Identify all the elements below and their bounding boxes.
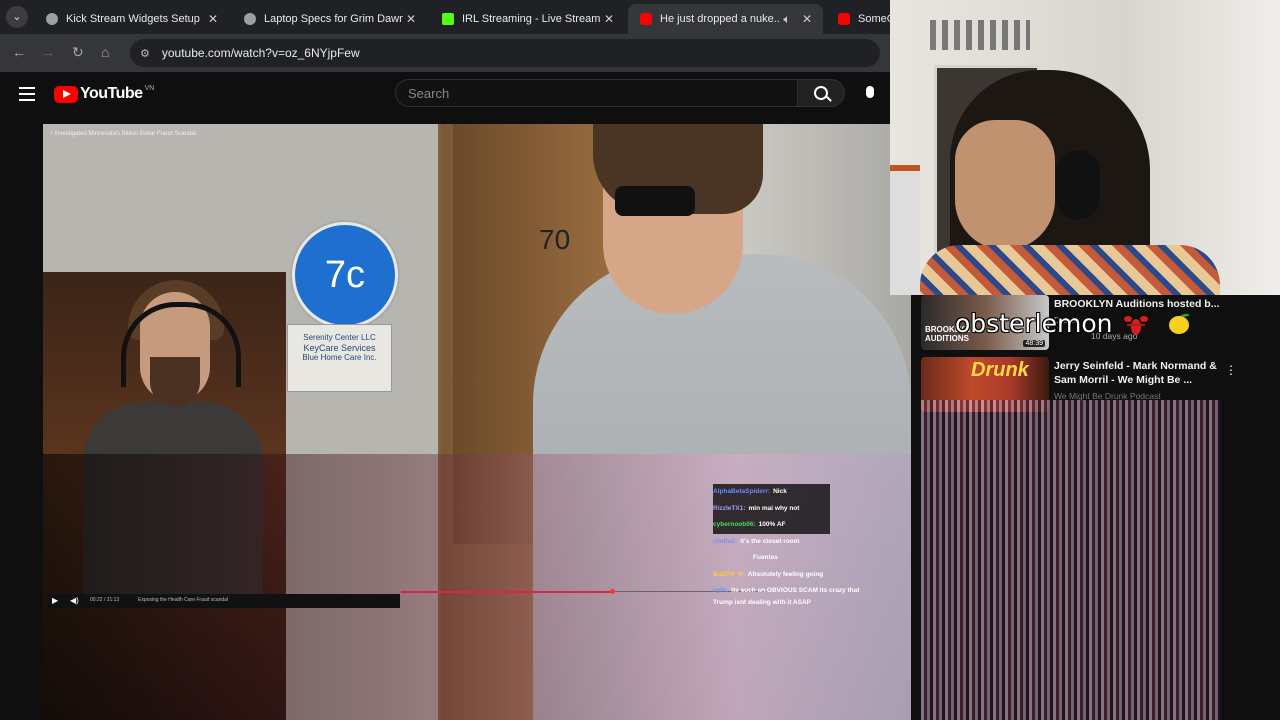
tab-bar: ⌄ Kick Stream Widgets Setup ✕ Laptop Spe… bbox=[0, 0, 890, 34]
chat-message: Trump isnt dealing with it ASAP bbox=[713, 598, 811, 606]
search-button[interactable] bbox=[797, 79, 845, 107]
youtube-header: YouTube VN Search bbox=[0, 72, 890, 118]
search-icon bbox=[814, 86, 828, 100]
reload-icon[interactable]: ↻ bbox=[72, 44, 84, 61]
time-display: 00:22 / 31:13 bbox=[90, 597, 120, 603]
tune-icon[interactable]: ⚙ bbox=[140, 47, 150, 60]
tab-irl-streaming[interactable]: IRL Streaming - Live Streams on ✕ bbox=[430, 4, 625, 34]
mic-icon[interactable] bbox=[866, 86, 874, 98]
arrow-right-icon[interactable]: → bbox=[41, 44, 55, 60]
youtube-logo[interactable]: YouTube VN bbox=[54, 85, 154, 103]
chapter-label: Exposing the Health Care Fraud scandal bbox=[138, 597, 229, 603]
video-title-overlay: I Investigated Minnesota's Billion Dolla… bbox=[51, 131, 196, 137]
home-icon[interactable]: ⌂ bbox=[101, 44, 109, 60]
url-field[interactable]: ⚙ youtube.com/watch?v=oz_6NYjpFew bbox=[130, 39, 880, 67]
chevron-down-icon[interactable]: ⌄ bbox=[6, 6, 28, 28]
youtube-play-icon bbox=[54, 85, 78, 103]
address-bar: ← → ↻ ⌂ ⚙ youtube.com/watch?v=oz_6NYjpFe… bbox=[0, 34, 890, 72]
youtube-icon bbox=[838, 13, 850, 25]
overlay-brand-text: obsterlemon bbox=[955, 309, 1113, 338]
recommendation-title[interactable]: Jerry Seinfeld - Mark Normand & Sam Morr… bbox=[1054, 359, 1229, 387]
speaker-icon[interactable]: 🔈︎ bbox=[779, 12, 795, 27]
close-icon[interactable]: ✕ bbox=[403, 12, 419, 26]
url-text: youtube.com/watch?v=oz_6NYjpFew bbox=[161, 46, 360, 60]
room-number-sign: 7c bbox=[292, 222, 398, 328]
hamburger-icon[interactable] bbox=[19, 87, 35, 105]
kick-icon bbox=[442, 13, 454, 25]
chat-message: rrieflux: it's the closet room bbox=[713, 537, 800, 545]
close-icon[interactable]: ✕ bbox=[205, 12, 221, 26]
volume-icon[interactable]: ◀) bbox=[70, 596, 79, 605]
globe-icon bbox=[244, 13, 256, 25]
recommendations-sidebar: BROOKLYN AUDITIONS 48:39 BROOKLYN Auditi… bbox=[911, 295, 1280, 720]
video-glitch-overlay bbox=[921, 400, 1221, 720]
youtube-icon bbox=[640, 13, 652, 25]
lemon-icon bbox=[1169, 313, 1190, 334]
video-player[interactable]: I Investigated Minnesota's Billion Dolla… bbox=[43, 124, 911, 720]
more-options-icon[interactable]: ⋮ bbox=[1225, 363, 1237, 377]
close-icon[interactable]: ✕ bbox=[601, 12, 617, 26]
arrow-left-icon[interactable]: ← bbox=[12, 44, 26, 60]
chat-overlay: AlphaBetaSpiderr: Nick RizzleTX1: min mai … bbox=[713, 484, 893, 611]
chat-message: BaDTR_P: Absolutely feeling going bbox=[713, 570, 824, 578]
tab-kick-widgets[interactable]: Kick Stream Widgets Setup ✕ bbox=[34, 4, 229, 34]
player-controls: ▶ ◀) 00:22 / 31:13 Exposing the Health C… bbox=[48, 594, 400, 608]
chat-message: AlphaBetaSpiderr: Nick bbox=[713, 484, 830, 501]
headphones-icon bbox=[121, 302, 241, 387]
globe-icon bbox=[46, 13, 58, 25]
headphones-icon bbox=[1056, 150, 1100, 220]
tab-laptop-specs[interactable]: Laptop Specs for Grim Dawn ✕ bbox=[232, 4, 427, 34]
chat-message: RizzleTX1: min mai why not bbox=[713, 500, 830, 517]
close-icon[interactable]: ✕ bbox=[799, 12, 815, 26]
chat-message: cybernoob06: 100% AF bbox=[713, 517, 830, 534]
lobster-icon bbox=[1124, 316, 1148, 335]
chat-message: Fuentes bbox=[753, 554, 778, 561]
search-input[interactable]: Search bbox=[395, 79, 798, 107]
business-plaque: Serenity Center LLC KeyCare Services Blu… bbox=[287, 324, 392, 392]
tab-someone[interactable]: SomeOr bbox=[826, 4, 890, 34]
progress-bar-played[interactable] bbox=[401, 591, 613, 593]
tab-youtube-active[interactable]: He just dropped a nuke... - Y 🔈︎ ✕ bbox=[628, 4, 823, 34]
streamer-facecam bbox=[890, 0, 1280, 295]
play-icon[interactable]: ▶ bbox=[52, 596, 58, 605]
